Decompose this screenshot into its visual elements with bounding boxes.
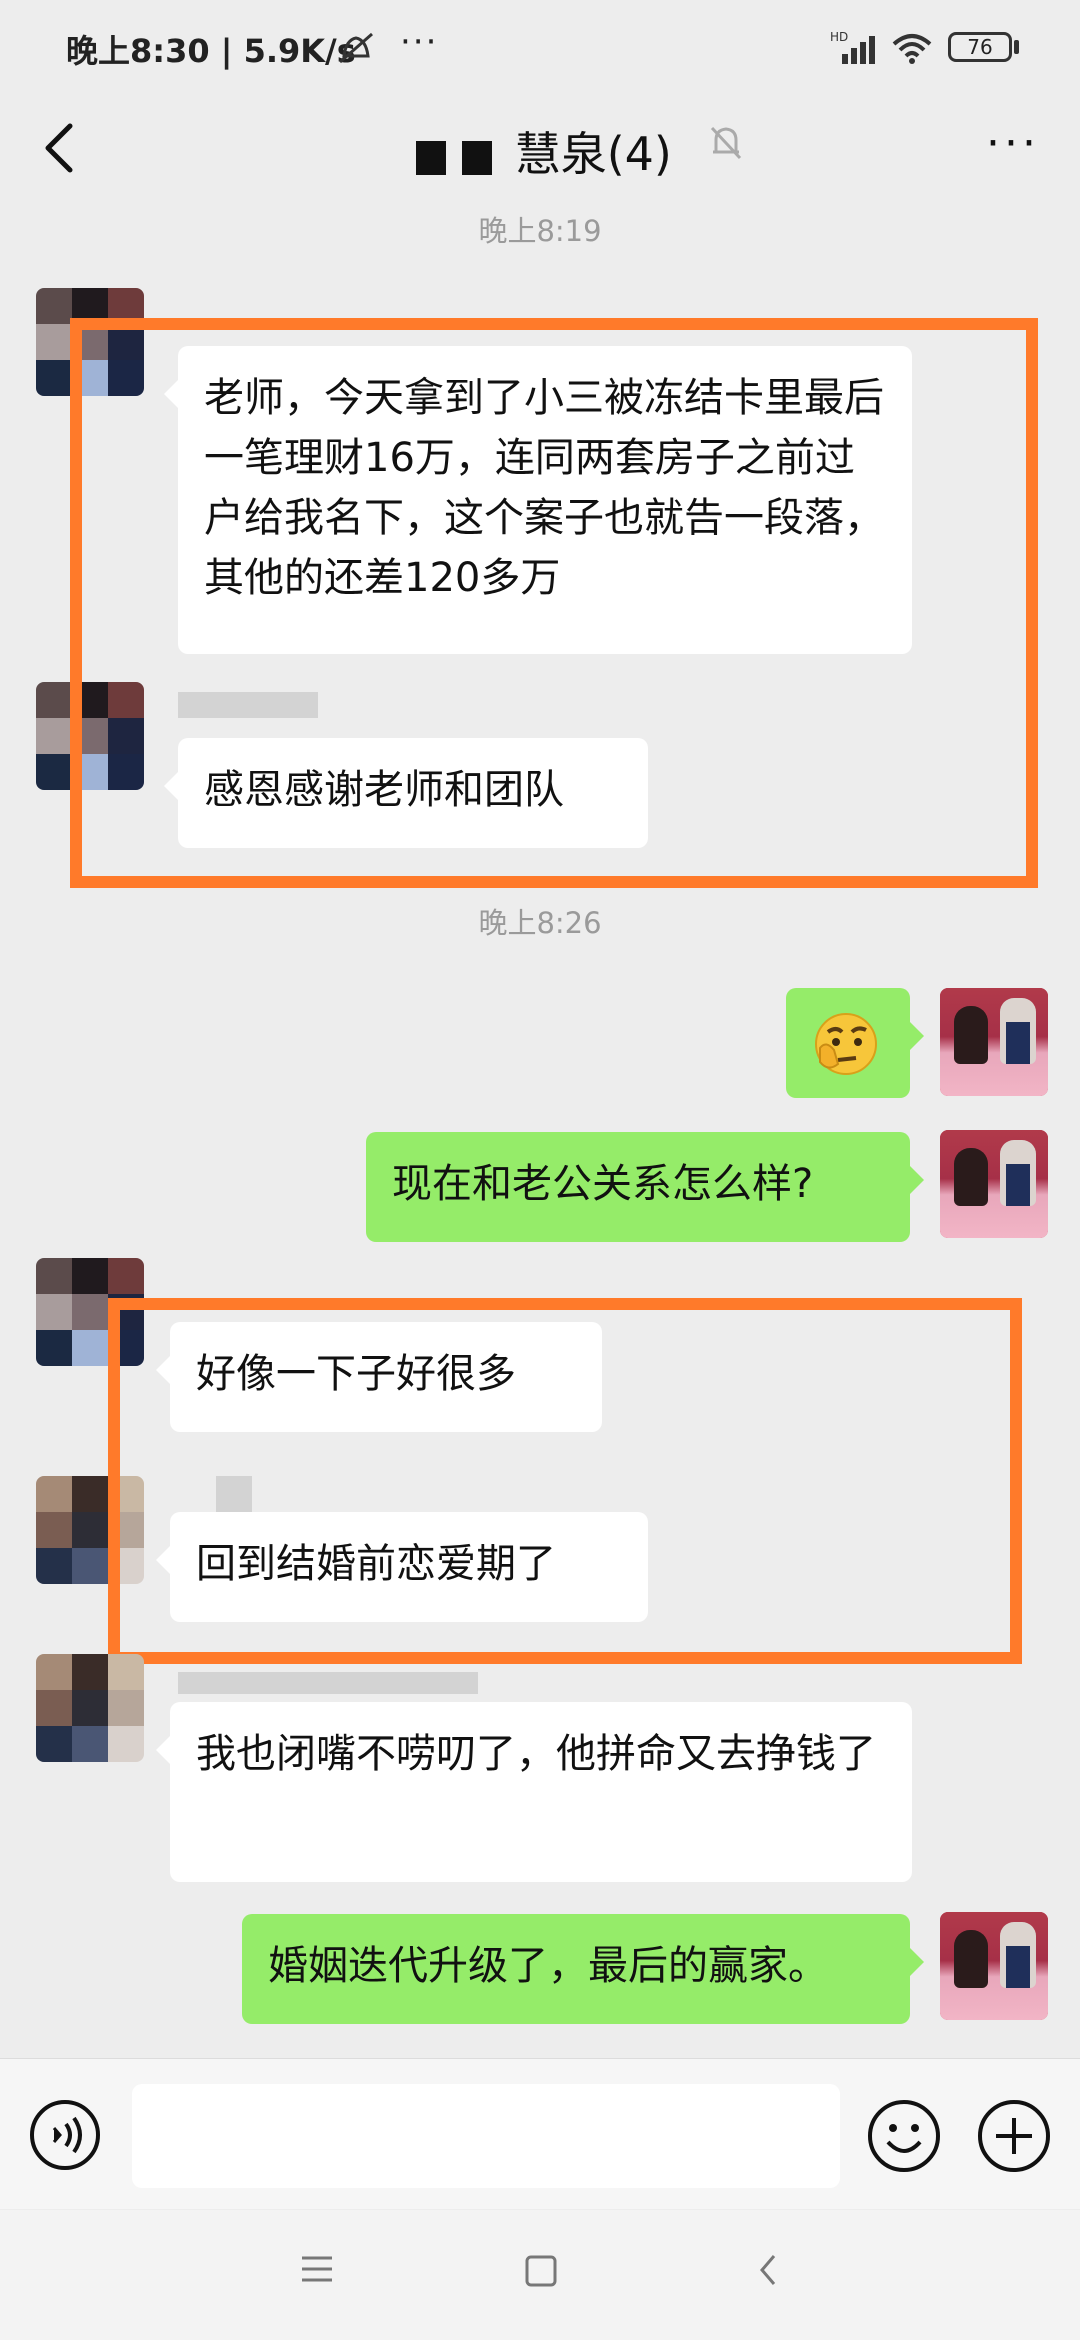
muted-bell-icon — [710, 126, 742, 160]
timestamp: 晚上8:26 — [478, 906, 602, 940]
thinking-emoji-icon — [815, 1013, 877, 1075]
highlight-box — [108, 1298, 1022, 1664]
status-more-icon: ··· — [400, 22, 439, 62]
menu-nav-icon[interactable] — [300, 2254, 334, 2284]
sender-name-redacted — [178, 1672, 478, 1694]
message-bubble-emoji[interactable] — [786, 988, 924, 1098]
battery-tip — [1014, 40, 1019, 54]
wifi-icon — [892, 34, 932, 64]
voice-input-icon[interactable] — [28, 2098, 102, 2172]
signal-icon: HD — [830, 30, 875, 64]
plus-button-icon[interactable] — [976, 2098, 1052, 2174]
highlight-box — [70, 318, 1038, 888]
emoji-button-icon[interactable] — [866, 2098, 942, 2174]
message-input[interactable] — [132, 2084, 840, 2188]
home-nav-icon[interactable] — [524, 2254, 558, 2288]
battery-indicator: 76 — [948, 32, 1012, 62]
back-nav-icon[interactable] — [756, 2252, 780, 2288]
mute-icon — [339, 32, 373, 64]
status-time: 晚上8:30 | 5.9K/s — [66, 32, 356, 70]
svg-text:HD: HD — [830, 30, 848, 44]
chat-title: 慧泉(4) — [0, 118, 1080, 184]
my-avatar[interactable] — [940, 1130, 1048, 1238]
message-bubble[interactable]: 我也闭嘴不唠叨了，他拼命又去挣钱了 — [156, 1702, 912, 1882]
redaction-mask — [462, 140, 493, 175]
redaction-mask — [416, 140, 447, 175]
avatar[interactable] — [36, 1654, 144, 1762]
more-menu-button[interactable]: ··· — [986, 118, 1040, 169]
my-avatar[interactable] — [940, 988, 1048, 1096]
message-bubble[interactable]: 现在和老公关系怎么样? — [366, 1132, 924, 1242]
my-avatar[interactable] — [940, 1912, 1048, 2020]
message-bubble[interactable]: 婚姻迭代升级了，最后的赢家。 — [242, 1914, 924, 2024]
chat-title-text: 慧泉(4) — [514, 127, 672, 181]
timestamp: 晚上8:19 — [478, 214, 602, 248]
